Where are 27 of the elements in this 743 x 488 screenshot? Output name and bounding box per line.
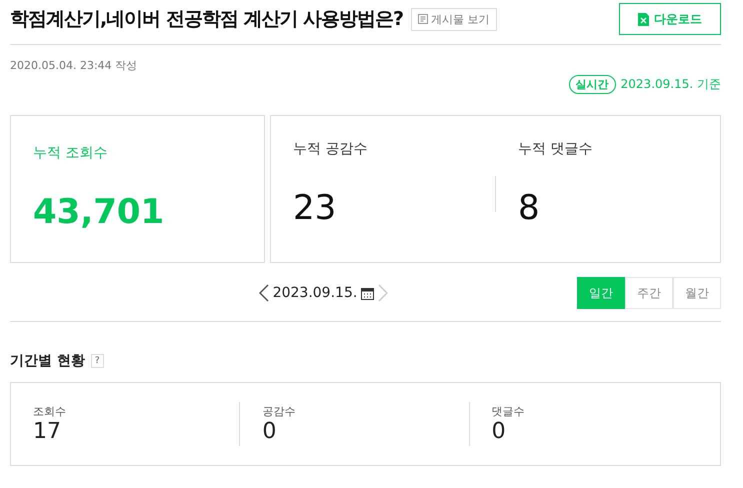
stat-label: 댓글수 xyxy=(492,404,526,419)
stat-value: 8 xyxy=(518,188,541,228)
period-tab[interactable]: 주간 xyxy=(625,277,673,309)
download-button[interactable]: 다운로드 xyxy=(619,3,721,35)
basis-date: 2023.09.15. 기준 xyxy=(620,76,721,93)
stat-value: 17 xyxy=(33,419,62,444)
excel-file-icon xyxy=(638,12,649,26)
stat-value: 43,701 xyxy=(33,192,164,232)
calendar-icon[interactable] xyxy=(361,286,374,300)
period-tab[interactable]: 일간 xyxy=(577,277,625,309)
stat-label: 누적 조회수 xyxy=(33,144,108,162)
stat-value: 23 xyxy=(293,188,338,228)
current-date: 2023.09.15. xyxy=(272,285,358,301)
post-title: 학점계산기,네이버 전공학점 계산기 사용방법은? xyxy=(10,7,404,32)
section-title: 기간별 현황 xyxy=(10,352,85,370)
stat-value: 0 xyxy=(262,419,278,444)
help-button[interactable]: ? xyxy=(90,354,104,368)
stat-value: 0 xyxy=(492,419,507,444)
stat-label: 누적 댓글수 xyxy=(518,140,594,158)
stat-label: 조회수 xyxy=(33,404,67,419)
period-tab[interactable]: 월간 xyxy=(673,277,721,309)
document-icon xyxy=(418,14,428,24)
realtime-badge: 실시간 xyxy=(568,75,616,94)
stat-label: 누적 공감수 xyxy=(293,140,368,158)
view-post-button[interactable]: 게시물 보기 xyxy=(411,8,497,30)
written-date: 2020.05.04. 23:44 작성 xyxy=(10,58,138,73)
stat-label: 공감수 xyxy=(262,404,296,419)
